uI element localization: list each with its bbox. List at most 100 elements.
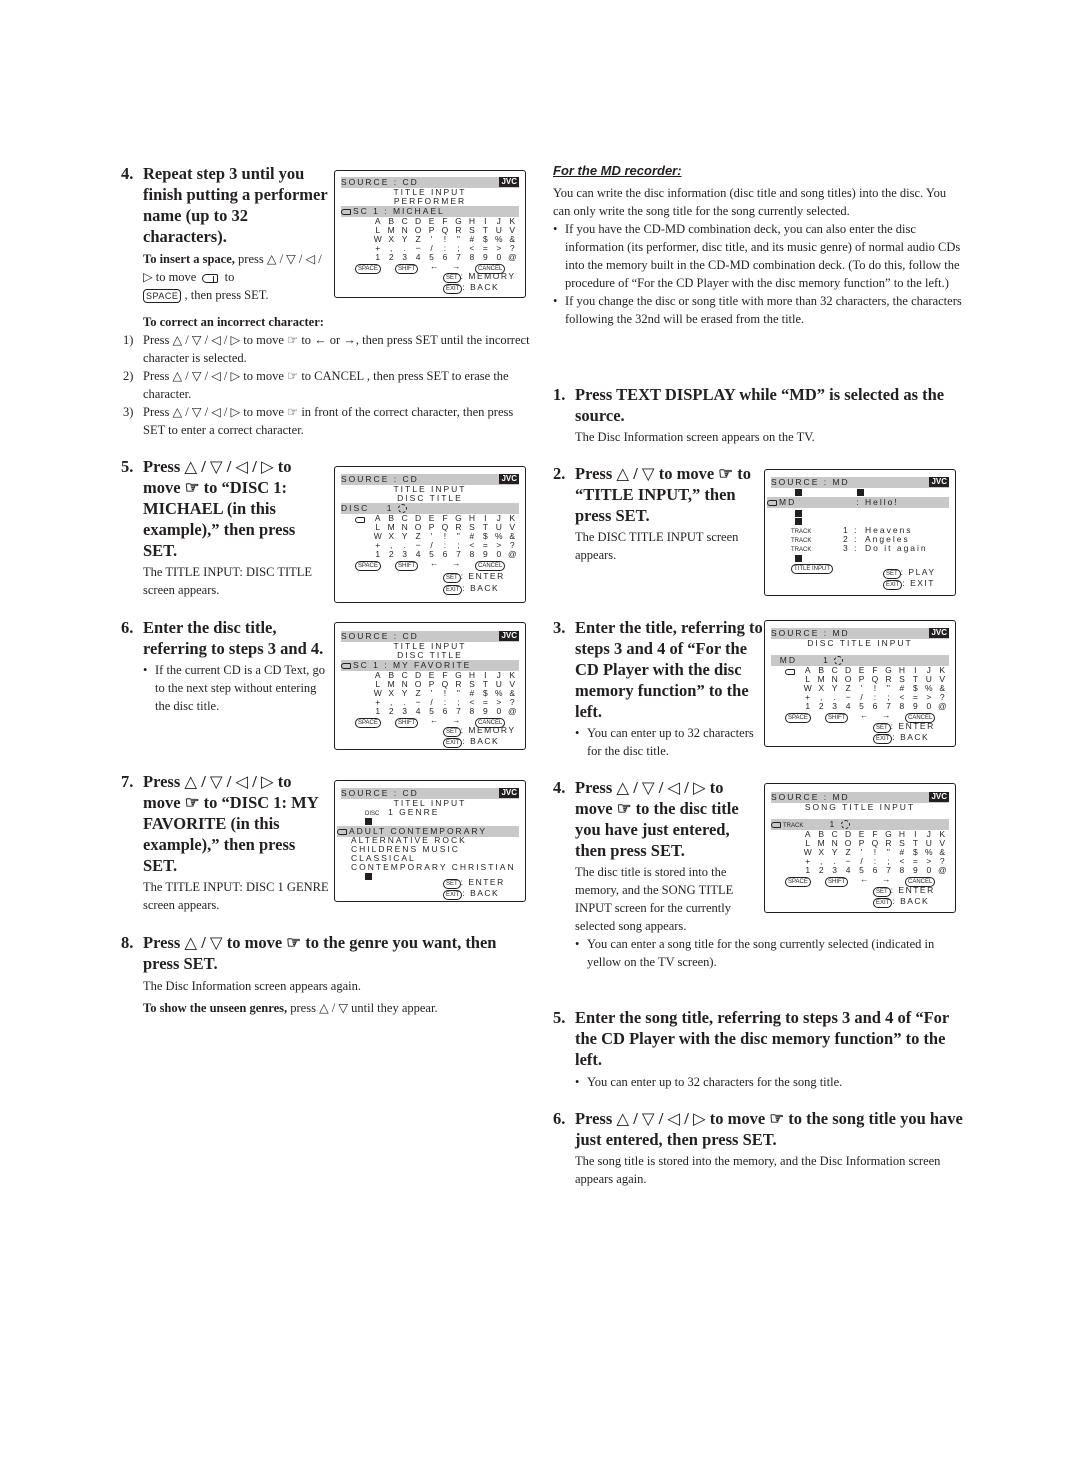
shift-key: SHIFT xyxy=(825,877,849,887)
tv-source: SOURCE : CD xyxy=(341,631,419,641)
step-number: 8. xyxy=(121,933,134,952)
right-step-1: 1. Press TEXT DISPLAY while “MD” is selec… xyxy=(553,384,963,446)
step-heading: Press △ / ▽ / ◁ / ▷ to move ☞ to “DISC 1… xyxy=(143,457,296,560)
md-recorder-intro: For the MD recorder: You can write the d… xyxy=(553,163,963,328)
step-heading: Press △ / ▽ / ◁ / ▷ to move ☞ to “DISC 1… xyxy=(143,772,319,875)
list-text: Press △ / ▽ / ◁ / ▷ to move ☞ in front o… xyxy=(143,405,514,437)
step-number: 4. xyxy=(121,164,134,183)
space-key: SPACE xyxy=(355,561,381,571)
space-key: SPACE xyxy=(355,718,381,728)
left-step-5: 5. Press △ / ▽ / ◁ / ▷ to move ☞ to “DISC… xyxy=(121,456,331,599)
step-body: The Disc Information screen appears agai… xyxy=(143,979,361,993)
keyboard-key: 6 xyxy=(442,252,448,262)
step-heading: Press △ / ▽ / ◁ / ▷ to move ☞ to the dis… xyxy=(575,778,739,860)
field-number: 1 xyxy=(386,503,394,513)
set-key: SET xyxy=(443,573,461,583)
keyboard-key: 9 xyxy=(912,701,918,711)
step-heading: Enter the song title, referring to steps… xyxy=(575,1008,949,1069)
keyboard-key: 2 xyxy=(388,549,394,559)
note-text: press △ / ▽ until they appear. xyxy=(290,1001,438,1015)
keyboard-key: 4 xyxy=(845,701,851,711)
exit-key: EXIT xyxy=(443,890,463,900)
shift-key: SHIFT xyxy=(395,561,419,571)
space-key: SPACE xyxy=(355,264,381,274)
keyboard-key: 9 xyxy=(482,706,488,716)
tv-keyboard: A B C D E F G H I J K L M N O P Q R S T U V W X Y Z '! " # $% & +,. − /:;… xyxy=(371,217,519,262)
list-text: Press △ / ▽ / ◁ / ▷ to move ☞ to ← or →,… xyxy=(143,333,530,365)
tv-source: SOURCE : MD xyxy=(771,628,850,638)
left-step-6: 6. Enter the disc title, referring to ste… xyxy=(121,617,333,715)
pointer-hand-icon xyxy=(767,499,777,506)
jvc-logo: JVC xyxy=(929,628,949,638)
tv-field-value: SC 1 : MICHAEL xyxy=(353,206,445,216)
keyboard-key: 8 xyxy=(899,701,905,711)
list-number: 2) xyxy=(123,369,134,383)
step-body: The TITLE INPUT: DISC 1 GENRE screen app… xyxy=(143,880,329,912)
right-arrow-key: → xyxy=(452,261,462,271)
tv-keyboard: A B C D E F G H I J K L M N O P Q R S T U V W X Y Z '! " # $% & +,. − /:;… xyxy=(371,671,519,716)
step-number: 1. xyxy=(553,385,566,404)
keyboard-key: 1 xyxy=(375,549,381,559)
space-key: SPACE xyxy=(785,713,811,723)
tv-source: SOURCE : CD xyxy=(341,177,419,187)
tv-source: SOURCE : CD xyxy=(341,474,419,484)
keyboard-key: 0 xyxy=(496,252,502,262)
cancel-key: CANCEL xyxy=(475,561,506,571)
step-number: 4. xyxy=(553,778,566,797)
list-number: 1) xyxy=(123,333,134,347)
right-step-5: 5. Enter the song title, referring to ste… xyxy=(553,1007,963,1091)
note-text: , then press SET. xyxy=(184,288,269,302)
shift-key: SHIFT xyxy=(395,264,419,274)
left-arrow-key: ← xyxy=(860,710,870,720)
keyboard-key: 4 xyxy=(845,865,851,875)
tv-keyboard: A B C D E F G H I J K L M N O P Q R S T U V W X Y Z '! " # $% & +,. − /:;… xyxy=(801,830,949,875)
left-arrow-key: ← xyxy=(860,874,870,884)
pointer-hand-icon xyxy=(771,821,781,828)
left-arrow-key: ← xyxy=(430,558,440,568)
right-arrow-key: → xyxy=(882,874,892,884)
jvc-logo: JVC xyxy=(929,792,949,802)
md-disc-title-row: MD: Hello! xyxy=(767,497,949,508)
keyboard-key: 2 xyxy=(388,706,394,716)
tv-source: SOURCE : MD xyxy=(771,792,850,802)
exit-action: : BACK xyxy=(892,732,930,742)
jvc-logo: JVC xyxy=(499,631,519,641)
tv-field-value: SC 1 : MY FAVORITE xyxy=(353,660,472,670)
unseen-genres-note: To show the unseen genres, press △ / ▽ u… xyxy=(121,999,521,1017)
set-action: : MEMORY xyxy=(460,725,516,735)
left-arrow-key: ← xyxy=(430,261,440,271)
pointer-hand-icon xyxy=(341,208,351,215)
jvc-logo: JVC xyxy=(499,177,519,187)
bullet-icon: • xyxy=(143,663,148,677)
tv-screen-performer-input: SOURCE : CD JVC TITLE INPUT PERFORMER SC … xyxy=(334,170,526,298)
keyboard-key: @ xyxy=(507,549,517,559)
step-heading: Press △ / ▽ to move ☞ to the genre you w… xyxy=(143,933,497,973)
set-action: : MEMORY xyxy=(460,271,516,281)
bullet-icon: • xyxy=(575,937,580,951)
exit-action: : BACK xyxy=(462,583,500,593)
left-step-4: 4. Repeat step 3 until you finish putting… xyxy=(121,163,331,304)
keyboard-key: 3 xyxy=(402,549,407,559)
stop-icon xyxy=(857,489,864,497)
shift-key: SHIFT xyxy=(395,718,419,728)
exit-key: EXIT xyxy=(883,580,903,590)
keyboard-key: 1 xyxy=(805,865,811,875)
keyboard-key: 6 xyxy=(872,865,878,875)
tv-screen-md-disc-title-input: SOURCE : MD JVC DISC TITLE INPUT MD 1 ABC… xyxy=(764,620,956,747)
keyboard-key: 3 xyxy=(832,701,837,711)
set-action: : ENTER xyxy=(890,885,935,895)
title-input-button: TITLE INPUT xyxy=(791,564,834,574)
tv-screen-disc-title-input: SOURCE : CD JVC TITLE INPUT DISC TITLE DI… xyxy=(334,466,526,603)
keyboard-key: 9 xyxy=(482,252,488,262)
intro-text: You can write the disc information (disc… xyxy=(553,186,947,218)
set-action: : ENTER xyxy=(890,721,935,731)
md-value: : Hello! xyxy=(856,497,899,507)
field-label: DISC xyxy=(341,503,370,513)
scroll-up-icon xyxy=(365,818,372,826)
step-number: 5. xyxy=(121,457,134,476)
keyboard-key: 8 xyxy=(469,549,475,559)
field-number: 1 xyxy=(823,655,830,665)
pointer-hand-icon xyxy=(355,516,365,523)
bullet-text: If you change the disc or song title wit… xyxy=(565,294,962,326)
keyboard-key: @ xyxy=(937,865,947,875)
